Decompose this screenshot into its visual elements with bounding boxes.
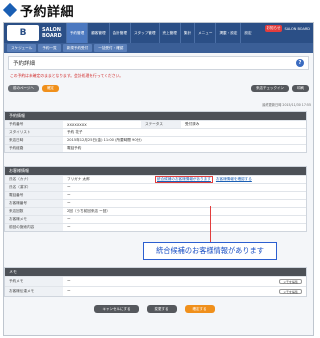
customer-header: お客様情報 (5, 167, 306, 175)
memo-value: ー (67, 289, 71, 293)
change-button[interactable]: 変更する (146, 305, 177, 313)
customer-kana: フリガナ 太郎 (67, 177, 90, 181)
table-row: お客様メモ ー (5, 215, 306, 223)
brand-line2: BOARD (42, 33, 62, 39)
logo-mark: B (19, 28, 27, 38)
reservation-section: 予約情報 予約番号 XXXXXXXX ステータス 受付済み スタイリスト 予約 … (4, 111, 307, 153)
row-value: 電話予約 (67, 146, 82, 150)
top-navigation: B SALON BOARD 予約管理 顧客管理 会計管理 スタッフ管理 売上管理… (4, 23, 313, 43)
edit-memo-button[interactable]: メモを編集 (278, 279, 302, 284)
callout-annotation: 統合候補のお客様情報があります (143, 242, 277, 260)
row-value: 2015年12月25日(金) 11:00 (所要時間 90分) (67, 138, 142, 142)
confirm-top-button[interactable]: 確定 (41, 84, 59, 92)
row-label: お客様伝達メモ (5, 287, 63, 296)
row-label: ステータス (141, 121, 181, 128)
sub-navigation: スケジュール 予約一覧 新規予約受付 一括受付・確認 (4, 43, 313, 53)
help-icon[interactable]: ? (296, 59, 304, 67)
table-row: 予約経路 電話予約 (5, 144, 306, 152)
row-label: 氏名（カナ） (5, 176, 63, 183)
user-name[interactable]: SALON BOARD (284, 27, 310, 31)
footer-actions: キャンセルにする 変更する 確定する (0, 303, 309, 315)
table-row: 予約メモ ー メモを編集 (5, 276, 306, 286)
page-heading: 予約詳細 (2, 0, 74, 20)
row-label: 予約経路 (5, 145, 63, 152)
row-value: XXXXXXXX (67, 122, 87, 127)
nav-tab-accounting[interactable]: 会計管理 (108, 23, 130, 43)
row-label: 来店日時 (5, 137, 63, 144)
top-right-area: お知らせ SALON BOARD (264, 25, 310, 32)
logo[interactable]: B (7, 25, 39, 41)
table-row: 来店回数 2回（うち前回来店 ー回） (5, 207, 306, 215)
table-row: 氏名（カナ） フリガナ 太郎 統合候補のお客様情報があります お客様情報を確認す… (5, 175, 306, 183)
nav-tab-sales[interactable]: 売上管理 (158, 23, 180, 43)
customer-info-link[interactable]: お客様情報を確認する (216, 177, 252, 182)
row-label: 氏名（漢字） (5, 184, 63, 191)
updated-date: 最終更新日時 2015/11/30 17:55 (262, 103, 311, 107)
row-value: フリガナ 太郎 統合候補のお客様情報があります お客様情報を確認する (63, 176, 306, 183)
diamond-icon (2, 2, 18, 18)
table-row: お客様番号 ー (5, 199, 306, 207)
table-row: 氏名（漢字） ー (5, 183, 306, 191)
row-value: 2回（うち前回来店 ー回） (67, 209, 110, 213)
row-value: ー (67, 201, 71, 205)
nav-tab-customer[interactable]: 顧客管理 (87, 23, 108, 43)
row-value: ー (67, 193, 71, 197)
nav-tab-menu[interactable]: メニュー (194, 23, 215, 43)
row-value: 予約 花子 (67, 130, 83, 134)
row-label: スタイリスト (5, 129, 63, 136)
page-title: 予約詳細 (13, 61, 36, 67)
checkin-button[interactable]: 来店チェックイン (251, 84, 289, 92)
page-title-box: 予約詳細 ? (8, 56, 309, 70)
subnav-new[interactable]: 新規予約受付 (62, 44, 93, 52)
action-bar: 前のページへ 確定 来店チェックイン 印刷 (8, 83, 309, 93)
row-label: 予約メモ (5, 277, 63, 286)
table-row: 電話番号 ー (5, 191, 306, 199)
subnav-bulk[interactable]: 一括受付・確認 (94, 44, 128, 52)
row-value: ー メモを編集 (63, 277, 306, 286)
notice-badge[interactable]: お知らせ (264, 25, 283, 32)
warning-message: この予約は未確定のままとなります。会計処理を行ってください。 (10, 73, 124, 78)
table-row: スタイリスト 予約 花子 (5, 128, 306, 136)
row-label: お客様番号 (5, 200, 63, 207)
nav-tab-listing[interactable]: 掲載・設定 (215, 23, 240, 43)
memo-header: メモ (5, 268, 306, 276)
nav-tab-settings[interactable]: 設定 (240, 23, 254, 43)
row-label: 予約番号 (5, 121, 63, 128)
nav-tab-stats[interactable]: 集計 (179, 23, 194, 43)
table-row: 来店日時 2015年12月25日(金) 11:00 (所要時間 90分) (5, 136, 306, 144)
table-row: お客様伝達メモ ー メモを編集 (5, 286, 306, 296)
brand: SALON BOARD (42, 23, 62, 43)
nav-tab-reservation[interactable]: 予約管理 (65, 23, 88, 43)
edit-memo-button[interactable]: メモを編集 (278, 289, 302, 294)
row-value: ー (67, 225, 71, 229)
row-label: 来店回数 (5, 208, 63, 215)
memo-value: ー (67, 279, 71, 283)
reservation-header: 予約情報 (5, 112, 306, 120)
print-button[interactable]: 印刷 (292, 84, 309, 92)
callout-connector (210, 206, 211, 242)
table-row: 前回の施術内容 ー (5, 223, 306, 231)
merge-candidate-link[interactable]: 統合候補のお客様情報があります (155, 176, 213, 183)
row-label: 電話番号 (5, 192, 63, 199)
back-button[interactable]: 前のページへ (8, 84, 39, 92)
customer-section: お客様情報 氏名（カナ） フリガナ 太郎 統合候補のお客様情報があります お客様… (4, 166, 307, 232)
row-label: お客様メモ (5, 216, 63, 223)
page-heading-title: 予約詳細 (20, 4, 75, 20)
cancel-button[interactable]: キャンセルにする (94, 305, 139, 313)
row-value: ー (67, 217, 71, 221)
subnav-list[interactable]: 予約一覧 (38, 44, 61, 52)
row-label: 前回の施術内容 (5, 224, 63, 231)
row-value: ー メモを編集 (63, 287, 306, 296)
table-row: 予約番号 XXXXXXXX ステータス 受付済み (5, 120, 306, 128)
nav-tab-staff[interactable]: スタッフ管理 (129, 23, 159, 43)
row-value: ー (67, 185, 71, 189)
subnav-schedule[interactable]: スケジュール (7, 44, 37, 52)
confirm-button[interactable]: 確定する (184, 305, 215, 313)
row-value: 受付済み (185, 122, 200, 126)
memo-section: メモ 予約メモ ー メモを編集 お客様伝達メモ ー メモを編集 (4, 267, 307, 297)
